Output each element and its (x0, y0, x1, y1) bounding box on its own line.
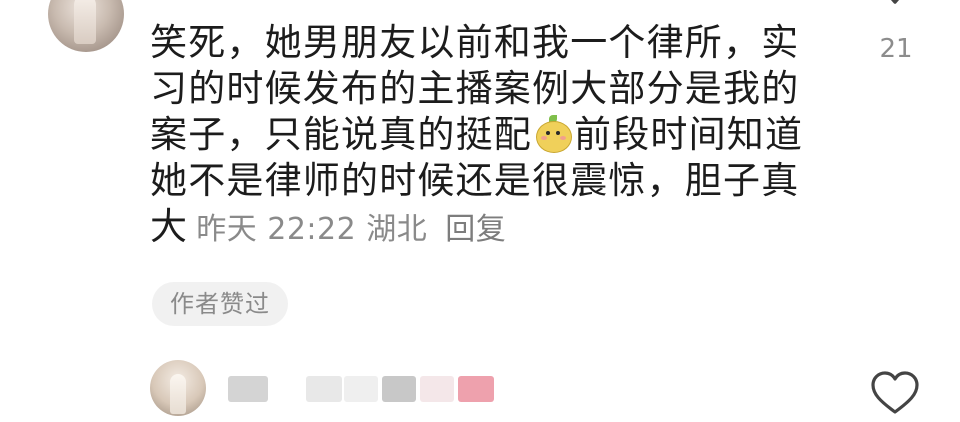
avatar-figure (170, 374, 186, 414)
comment-line-part: 案子，只能说真的挺配 (150, 113, 532, 156)
blurred-username (420, 376, 454, 402)
like-count: 21 (879, 34, 913, 64)
blurred-username (344, 376, 378, 402)
reply-button[interactable]: 回复 (445, 212, 506, 247)
comment-location: 湖北 (366, 212, 428, 247)
comment-meta: 昨天 22:22 湖北 回复 (196, 212, 506, 247)
comment-line: 笑死，她男朋友以前和我一个律所，实 (150, 21, 800, 64)
comment-line: 大昨天 22:22 湖北 回复 (150, 204, 800, 253)
next-commenter-avatar[interactable] (150, 360, 206, 416)
blurred-username (228, 376, 268, 402)
comment-line-part: 大 (150, 205, 189, 248)
comment-line: 她不是律师的时候还是很震惊，胆子真 (150, 159, 800, 202)
author-liked-badge: 作者赞过 (152, 282, 288, 326)
comment-time: 昨天 22:22 (196, 212, 357, 247)
heart-icon[interactable] (870, 370, 920, 416)
blurred-username (458, 376, 494, 402)
avatar-figure (74, 0, 96, 44)
commenter-avatar[interactable] (48, 0, 124, 52)
comment-body: 笑死，她男朋友以前和我一个律所，实 习的时候发布的主播案例大部分是我的 案子，只… (150, 20, 804, 253)
comment-line: 习的时候发布的主播案例大部分是我的 (150, 67, 800, 110)
blurred-username (306, 376, 342, 402)
mango-face-emoji-icon (534, 115, 572, 153)
comment-line: 案子，只能说真的挺配 前段时间知道 (150, 112, 804, 158)
blurred-username (382, 376, 416, 402)
comment-line-part: 前段时间知道 (574, 113, 804, 156)
heart-icon[interactable] (870, 0, 920, 20)
